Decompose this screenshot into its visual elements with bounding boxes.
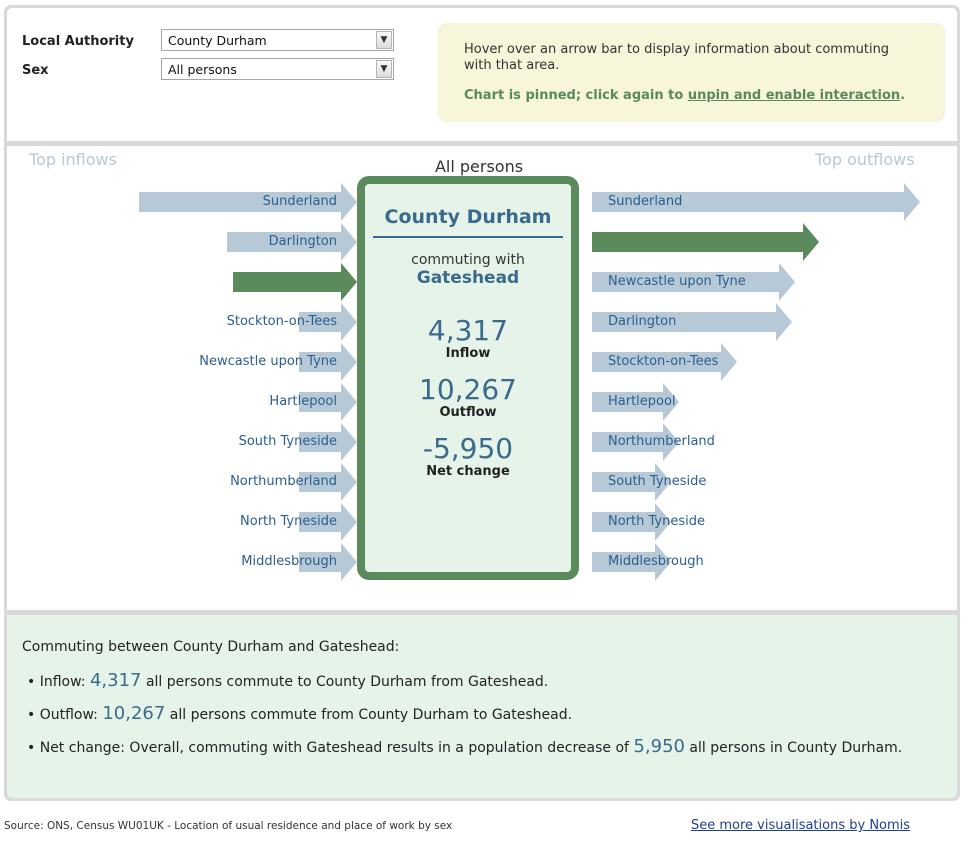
outflow-value: 10,267 <box>102 703 166 724</box>
net-value: 5,950 <box>633 736 685 757</box>
chevron-down-icon[interactable]: ▼ <box>376 31 392 49</box>
partner-area-name: Gateshead <box>416 268 520 288</box>
net-change-number: -5,950 <box>422 432 514 465</box>
outflow-prefix: Outflow: <box>39 707 103 723</box>
outflow-label-northumberland: Northumberland <box>608 434 715 449</box>
chart-title: All persons <box>434 157 524 176</box>
source-note: Source: ONS, Census WU01UK - Location of… <box>4 820 453 832</box>
title-divider <box>373 236 563 238</box>
outflow-label-darlington: Darlington <box>608 314 677 329</box>
selected-area-card: County Durham commuting with Gateshead 4… <box>357 176 579 580</box>
local-authority-label: Local Authority <box>22 34 134 49</box>
inflow-arrow-selected-area[interactable] <box>232 263 357 301</box>
inflow-value: 4,317 <box>89 670 142 691</box>
arrow-head-icon <box>340 543 357 581</box>
net-change-label: Net change <box>426 464 510 479</box>
local-authority-value: County Durham <box>168 33 267 48</box>
inflow-label-stockton-on-tees: Stockton-on-Tees <box>226 314 337 329</box>
outflow-label-north-tyneside: North Tyneside <box>608 514 705 529</box>
outflow-suffix: all persons commute from County Durham t… <box>165 707 573 723</box>
arrow-head-icon <box>340 343 357 381</box>
outflow-label-sunderland: Sunderland <box>608 194 683 209</box>
summary-heading: Commuting between County Durham and Gate… <box>22 639 400 655</box>
pin-prefix: Chart is pinned; click again to <box>464 88 688 103</box>
inflow-arrow-shaft <box>232 272 341 292</box>
inflow-label-newcastle-upon-tyne: Newcastle upon Tyne <box>199 354 337 369</box>
arrow-head-icon <box>340 383 357 421</box>
arrow-head-icon <box>340 303 357 341</box>
net-suffix: all persons in County Durham. <box>684 740 903 756</box>
outflow-number: 10,267 <box>419 373 517 406</box>
arrow-head-icon <box>721 343 738 381</box>
summary-net: • Net change: Overall, commuting with Ga… <box>27 736 903 757</box>
outflow-label-hartlepool: Hartlepool <box>608 394 676 409</box>
sex-value: All persons <box>168 62 237 77</box>
summary-outflow: • Outflow: 10,267 all persons commute fr… <box>27 703 573 724</box>
inflow-label-hartlepool: Hartlepool <box>269 394 337 409</box>
outflow-label-stockton-on-tees: Stockton-on-Tees <box>608 354 719 369</box>
outflow-arrow-shaft <box>592 232 803 252</box>
inflow-prefix: Inflow: <box>39 674 90 690</box>
selected-area-name: County Durham <box>384 206 552 228</box>
hover-instructions: Hover over an arrow bar to display infor… <box>464 42 890 73</box>
inflow-number: 4,317 <box>427 314 509 347</box>
summary-inflow: • Inflow: 4,317 all persons commute to C… <box>27 670 549 691</box>
inflow-label: Inflow <box>445 346 491 361</box>
inflow-label-darlington: Darlington <box>268 234 337 249</box>
summary-list: • Inflow: 4,317 all persons commute to C… <box>27 669 902 768</box>
sex-select[interactable]: All persons ▼ <box>161 58 394 80</box>
outflow-label-newcastle-upon-tyne: Newcastle upon Tyne <box>608 274 746 289</box>
inflow-label-sunderland: Sunderland <box>262 194 337 209</box>
outflow-label-south-tyneside: South Tyneside <box>608 474 707 489</box>
arrow-head-icon <box>802 223 819 261</box>
arrow-head-icon <box>340 223 357 261</box>
arrow-head-icon <box>340 423 357 461</box>
arrow-head-icon <box>340 503 357 541</box>
arrow-head-icon <box>779 263 796 301</box>
info-box: Hover over an arrow bar to display infor… <box>438 23 945 122</box>
commuting-with-label: commuting with <box>411 252 525 268</box>
pin-status: Chart is pinned; click again to unpin an… <box>464 88 919 104</box>
inflow-label-northumberland: Northumberland <box>230 474 337 489</box>
inflow-suffix: all persons commute to County Durham fro… <box>141 674 549 690</box>
net-prefix: Net change: Overall, commuting with Gate… <box>39 740 634 756</box>
outflow-label: Outflow <box>439 405 497 420</box>
outflow-arrow-selected-area[interactable] <box>592 223 819 261</box>
unpin-link[interactable]: unpin and enable interaction <box>688 88 900 103</box>
arrow-head-icon <box>341 183 357 221</box>
pin-suffix: . <box>900 88 906 103</box>
arrow-head-icon <box>340 263 357 301</box>
arrow-head-icon <box>776 303 793 341</box>
inflow-label-north-tyneside: North Tyneside <box>240 514 337 529</box>
sex-label: Sex <box>22 63 49 78</box>
local-authority-select[interactable]: County Durham ▼ <box>161 29 394 51</box>
inflow-label-south-tyneside: South Tyneside <box>238 434 337 449</box>
inflow-label-middlesbrough: Middlesbrough <box>241 554 337 569</box>
arrow-head-icon <box>340 463 357 501</box>
arrow-head-icon <box>904 183 920 221</box>
controls-panel: Local Authority County Durham ▼ Sex All … <box>7 8 957 141</box>
summary-panel: Commuting between County Durham and Gate… <box>7 615 957 798</box>
outflow-label-middlesbrough: Middlesbrough <box>608 554 704 569</box>
more-visualisations-link[interactable]: See more visualisations by Nomis <box>691 818 910 833</box>
chevron-down-icon[interactable]: ▼ <box>376 60 392 78</box>
